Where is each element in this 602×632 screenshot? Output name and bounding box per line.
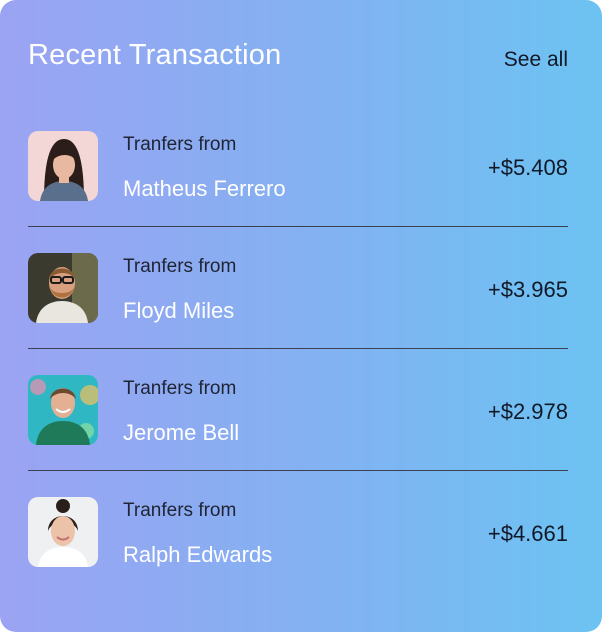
transaction-name: Floyd Miles	[123, 298, 235, 323]
see-all-link[interactable]: See all	[504, 46, 568, 74]
woman-hair-bun-avatar	[28, 497, 98, 567]
transaction-amount: +$3.965	[487, 277, 568, 302]
recent-transaction-card: Recent Transaction See all Tranfers from…	[0, 0, 602, 632]
man-smiling-green-shirt-avatar	[28, 375, 98, 445]
man-glasses-beard-avatar	[28, 253, 98, 323]
transaction-row[interactable]: Tranfers from Matheus Ferrero +$5.408	[28, 105, 568, 227]
transaction-amount: +$2.978	[487, 399, 568, 424]
card-title: Recent Transaction	[28, 39, 282, 71]
transaction-list: Tranfers from Matheus Ferrero +$5.408 Tr…	[28, 105, 568, 593]
transaction-row[interactable]: Tranfers from Floyd Miles +$3.965	[28, 227, 568, 349]
transaction-amount: +$5.408	[487, 155, 568, 180]
transaction-name: Jerome Bell	[123, 420, 240, 445]
transaction-row[interactable]: Tranfers from Jerome Bell +$2.978	[28, 349, 568, 471]
card-header: Recent Transaction See all	[28, 36, 568, 80]
transaction-row[interactable]: Tranfers from Ralph Edwards +$4.661	[28, 471, 568, 593]
woman-dark-hair-avatar	[28, 131, 98, 201]
transaction-caption: Tranfers from	[123, 134, 237, 155]
transaction-amount: +$4.661	[487, 521, 568, 546]
transaction-name: Ralph Edwards	[123, 542, 273, 567]
transaction-caption: Tranfers from	[123, 500, 237, 521]
transaction-caption: Tranfers from	[123, 378, 237, 399]
transaction-caption: Tranfers from	[123, 256, 237, 277]
transaction-name: Matheus Ferrero	[123, 176, 286, 201]
